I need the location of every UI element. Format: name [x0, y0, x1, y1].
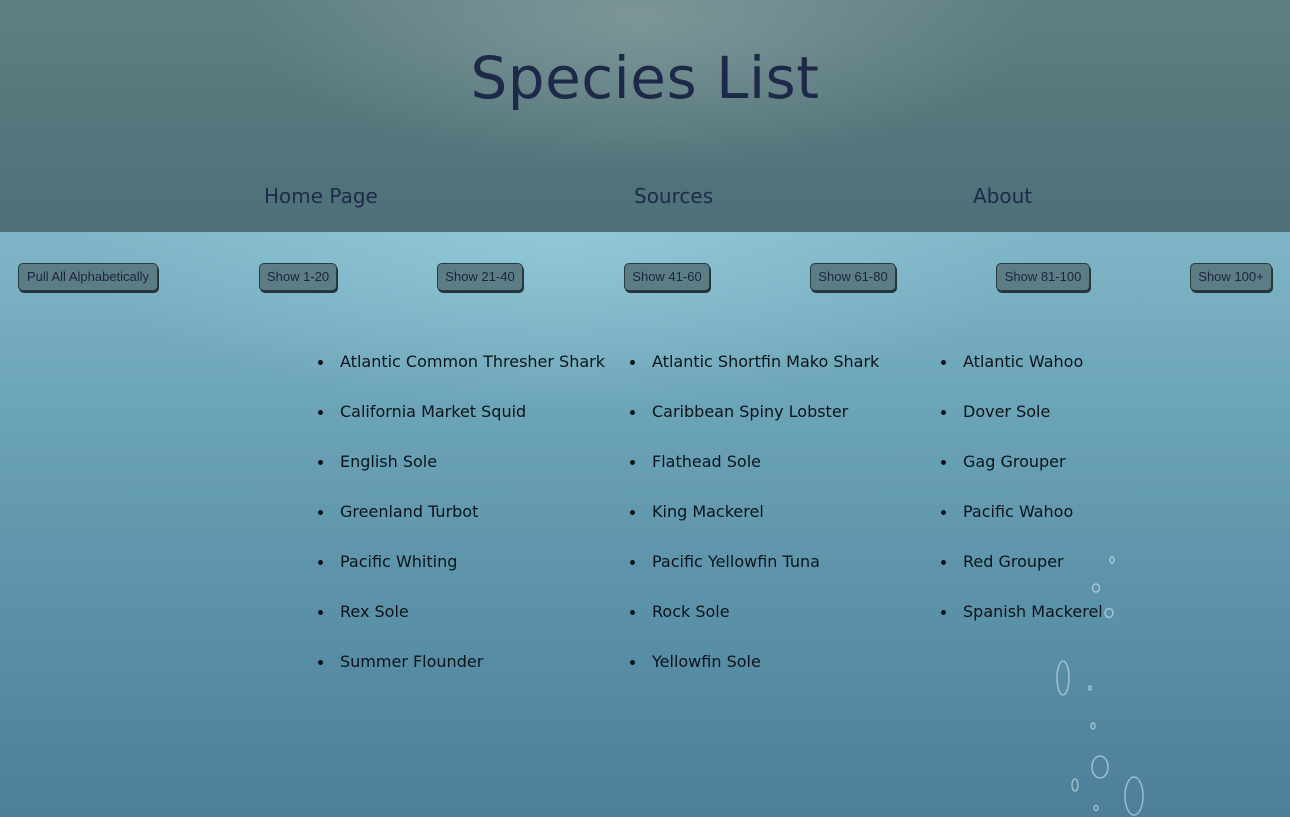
nav-about-link[interactable]: About [973, 184, 1032, 208]
species-list-item: Atlantic Wahoo [941, 337, 1103, 387]
show-100-plus-button[interactable]: Show 100+ [1190, 263, 1272, 291]
show-21-40-button[interactable]: Show 21-40 [437, 263, 523, 291]
species-list-item: Atlantic Shortfin Mako Shark [630, 337, 879, 387]
show-61-80-button[interactable]: Show 61-80 [810, 263, 896, 291]
species-list-column-2: Atlantic Shortfin Mako Shark Caribbean S… [630, 337, 879, 687]
nav-home-page-link[interactable]: Home Page [264, 184, 378, 208]
species-list-item: Pacific Wahoo [941, 487, 1103, 537]
pull-all-alphabetically-button[interactable]: Pull All Alphabetically [18, 263, 158, 291]
species-list-item: Caribbean Spiny Lobster [630, 387, 879, 437]
species-list-item: Flathead Sole [630, 437, 879, 487]
page-header: Species List Home Page Sources About [0, 0, 1290, 232]
nav-sources-link[interactable]: Sources [634, 184, 713, 208]
species-list-item: English Sole [318, 437, 605, 487]
species-list-item: Dover Sole [941, 387, 1103, 437]
species-list-item: Summer Flounder [318, 637, 605, 687]
species-list-column-1: Atlantic Common Thresher Shark Californi… [318, 337, 605, 687]
show-1-20-button[interactable]: Show 1-20 [259, 263, 337, 291]
species-list-item: Rex Sole [318, 587, 605, 637]
page-title: Species List [470, 44, 820, 112]
species-list-item: Atlantic Common Thresher Shark [318, 337, 605, 387]
bubbles-decoration [1056, 556, 1144, 816]
species-list-item: Rock Sole [630, 587, 879, 637]
species-list-item: Pacific Whiting [318, 537, 605, 587]
species-list-item: Gag Grouper [941, 437, 1103, 487]
show-41-60-button[interactable]: Show 41-60 [624, 263, 710, 291]
species-list-item: Pacific Yellowfin Tuna [630, 537, 879, 587]
species-list-item: Yellowfin Sole [630, 637, 879, 687]
species-list-item: King Mackerel [630, 487, 879, 537]
species-list-item: Greenland Turbot [318, 487, 605, 537]
show-81-100-button[interactable]: Show 81-100 [996, 263, 1090, 291]
species-list-item: California Market Squid [318, 387, 605, 437]
